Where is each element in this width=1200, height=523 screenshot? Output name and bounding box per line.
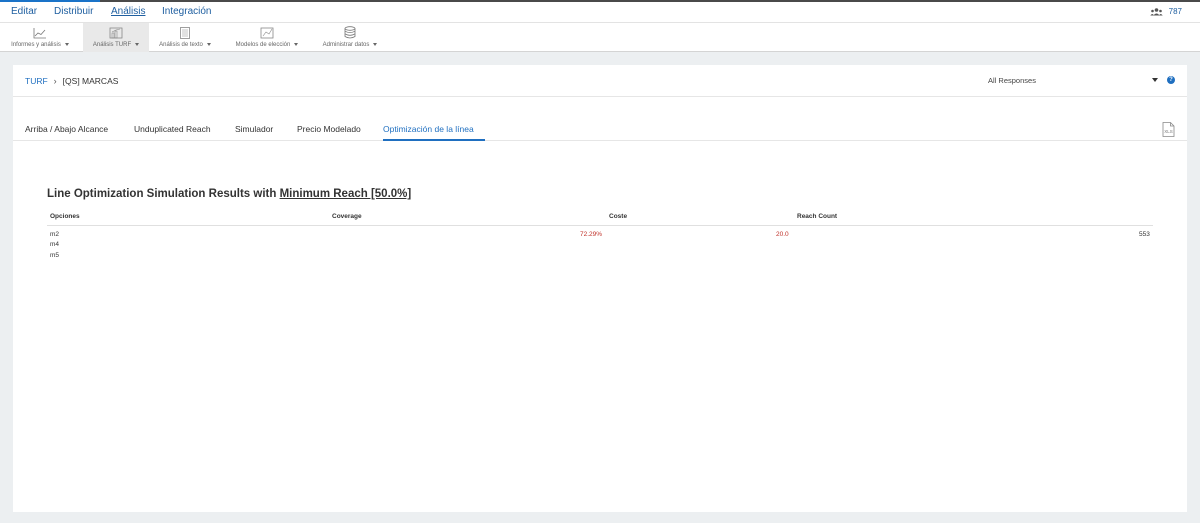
tab-arriba-abajo[interactable]: Arriba / Abajo Alcance (25, 124, 108, 141)
users-icon (1149, 7, 1163, 16)
response-filter-dropdown[interactable]: All Responses (988, 76, 1036, 85)
tool-datos[interactable]: Administrar datos (314, 23, 386, 52)
coverage-value: 72.29% (580, 231, 603, 238)
chevron-down-icon (64, 42, 69, 46)
xls-export-icon[interactable]: XLS (1162, 122, 1175, 142)
user-count: 787 (1168, 7, 1182, 16)
option-item: m4 (50, 241, 60, 248)
breadcrumb-turf-link[interactable]: TURF (25, 76, 48, 86)
tab-simulador[interactable]: Simulador (235, 124, 273, 141)
svg-text:XLS: XLS (1164, 129, 1173, 134)
chevron-down-icon (373, 42, 378, 46)
chevron-down-icon (135, 42, 140, 46)
tool-turf[interactable]: Análisis TURF (83, 23, 149, 52)
tool-informes-label: Informes y análisis (11, 42, 61, 48)
results-title-text: Line Optimization Simulation Results wit… (47, 188, 280, 200)
reach-count-value: 553 (1139, 231, 1150, 238)
minimum-reach-link[interactable]: Minimum Reach [50.0%] (280, 188, 412, 200)
nav-analisis[interactable]: Análisis (111, 6, 145, 17)
nav-distribuir[interactable]: Distribuir (54, 6, 93, 17)
chevron-down-icon (206, 42, 211, 46)
breadcrumb: TURF › [QS] MARCAS (25, 76, 118, 86)
nav-integracion[interactable]: Integración (162, 6, 211, 17)
col-opciones: Opciones (50, 213, 80, 220)
turf-panel: TURF › [QS] MARCAS All Responses ? Arrib… (13, 65, 1187, 512)
tab-unduplicated-reach[interactable]: Unduplicated Reach (134, 124, 211, 141)
turf-tabs: Arriba / Abajo Alcance Unduplicated Reac… (13, 117, 1187, 141)
chevron-down-icon (294, 42, 299, 46)
analysis-toolbar: Informes y análisis Análisis TURF Anális… (0, 22, 1200, 52)
tab-optimizacion[interactable]: Optimización de la línea (383, 124, 485, 141)
tool-modelos[interactable]: Modelos de elección (228, 23, 306, 52)
tab-precio-modelado[interactable]: Precio Modelado (297, 124, 361, 141)
top-navigation: Editar Distribuir Análisis Integración 7… (0, 2, 1200, 22)
tool-turf-label: Análisis TURF (92, 42, 132, 48)
col-reach-count: Reach Count (797, 213, 838, 220)
col-coste: Coste (609, 213, 628, 220)
chevron-down-icon[interactable] (1152, 78, 1158, 82)
tool-texto-label: Análisis de texto (159, 42, 203, 48)
option-item: m2 (50, 231, 60, 238)
results-title: Line Optimization Simulation Results wit… (47, 188, 411, 200)
breadcrumb-bar: TURF › [QS] MARCAS All Responses ? (13, 65, 1187, 97)
tool-informes[interactable]: Informes y análisis (5, 23, 75, 52)
tool-modelos-label: Modelos de elección (235, 42, 291, 48)
results-table-header: Opciones Coverage Coste Reach Count (47, 211, 1153, 226)
tool-texto[interactable]: Análisis de texto (152, 23, 218, 52)
tool-datos-label: Administrar datos (322, 42, 370, 48)
users-indicator[interactable]: 787 (1149, 7, 1182, 16)
nav-editar[interactable]: Editar (11, 6, 37, 17)
breadcrumb-current: [QS] MARCAS (62, 76, 119, 86)
cost-value: 20.0 (776, 231, 789, 238)
chevron-right-icon: › (53, 76, 57, 86)
col-coverage: Coverage (332, 213, 362, 220)
option-item: m5 (50, 252, 60, 259)
help-icon[interactable]: ? (1167, 76, 1175, 84)
